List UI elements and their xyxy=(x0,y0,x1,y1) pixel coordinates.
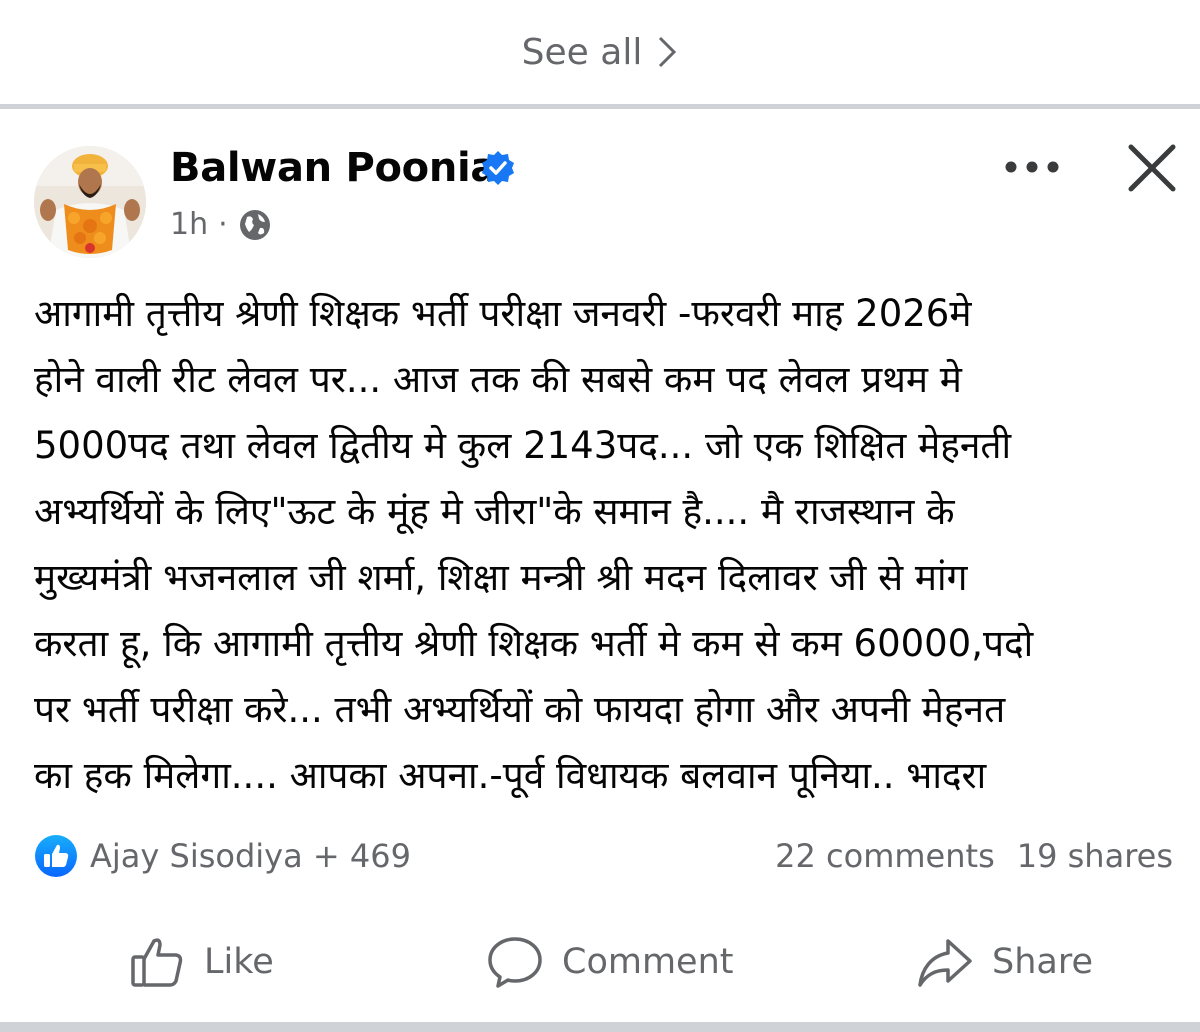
see-all-bar: See all xyxy=(0,0,1200,104)
post-body-text: आगामी तृत्तीय श्रेणी शिक्षक भर्ती परीक्ष… xyxy=(34,292,1034,797)
share-label: Share xyxy=(992,942,1094,982)
close-button[interactable] xyxy=(1120,136,1184,200)
shares-count[interactable]: 19 shares xyxy=(1017,837,1173,875)
close-icon xyxy=(1128,144,1176,192)
like-reaction-icon xyxy=(35,835,77,877)
share-button[interactable]: Share xyxy=(916,930,1093,994)
comments-count[interactable]: 22 comments xyxy=(775,837,995,875)
reactions-summary[interactable]: Ajay Sisodiya + 469 xyxy=(34,834,411,878)
bottom-divider xyxy=(0,1022,1200,1032)
meta-separator: · xyxy=(218,207,228,242)
globe-icon xyxy=(239,209,270,240)
comment-label: Comment xyxy=(562,942,734,982)
post-meta: 1h · xyxy=(170,207,272,242)
like-button[interactable]: Like xyxy=(128,930,274,994)
see-all-label: See all xyxy=(521,31,643,73)
verified-badge-icon xyxy=(482,151,514,185)
see-all-button[interactable]: See all xyxy=(522,32,679,73)
more-options-button[interactable] xyxy=(996,142,1068,192)
comment-button[interactable]: Comment xyxy=(486,930,733,994)
comment-bubble-icon xyxy=(488,937,542,988)
author-name[interactable]: Balwan Poonia xyxy=(170,145,497,191)
share-arrow-icon xyxy=(918,939,972,987)
like-label: Like xyxy=(204,942,274,982)
chevron-right-icon xyxy=(659,36,677,68)
reactions-label: Ajay Sisodiya + 469 xyxy=(90,837,411,875)
avatar[interactable] xyxy=(34,146,146,258)
more-horizontal-icon xyxy=(1005,161,1059,173)
post-time[interactable]: 1h xyxy=(170,207,208,242)
engagement-counts: 22 comments 19 shares xyxy=(775,834,1173,878)
section-divider xyxy=(0,104,1200,109)
thumbs-up-icon xyxy=(131,938,183,987)
